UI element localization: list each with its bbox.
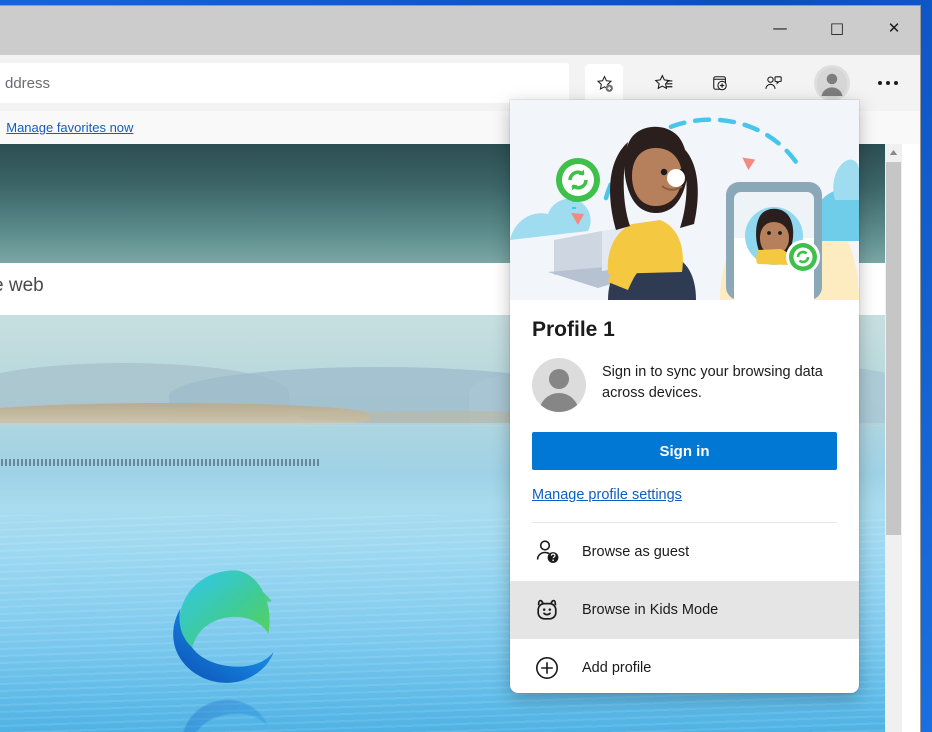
collections-icon[interactable] xyxy=(701,64,739,102)
scroll-up-arrow-icon[interactable] xyxy=(885,144,902,161)
window-right-padding xyxy=(902,144,920,732)
edge-logo-icon xyxy=(171,564,298,691)
maximize-button[interactable]: □ xyxy=(814,6,860,51)
sign-in-button[interactable]: Sign in xyxy=(532,432,837,470)
search-box-hint: e web xyxy=(0,275,44,297)
close-icon: ✕ xyxy=(888,21,901,36)
browse-as-guest-label: Browse as guest xyxy=(582,544,689,560)
manage-profile-settings-link[interactable]: Manage profile settings xyxy=(532,487,682,503)
ellipsis-glyph xyxy=(878,81,898,85)
manage-favorites-link[interactable]: Manage favorites now xyxy=(6,120,133,135)
add-profile-item[interactable]: Add profile xyxy=(510,639,859,693)
title-bar: — □ ✕ xyxy=(0,6,920,55)
share-icon[interactable] xyxy=(754,64,792,102)
plus-circle-icon xyxy=(534,655,568,681)
close-button[interactable]: ✕ xyxy=(871,6,917,51)
add-profile-label: Add profile xyxy=(582,660,651,676)
address-bar[interactable]: ddress xyxy=(0,63,569,103)
add-favorite-icon[interactable] xyxy=(585,64,623,102)
profile-avatar-icon[interactable] xyxy=(812,63,852,103)
address-input-text[interactable]: ddress xyxy=(0,75,50,92)
edge-logo-reflection xyxy=(171,693,298,732)
avatar-body xyxy=(539,393,579,412)
profile-summary-row: Sign in to sync your browsing data acros… xyxy=(532,358,837,412)
guest-icon xyxy=(534,539,568,565)
more-options-icon[interactable] xyxy=(869,64,907,102)
minimize-icon: — xyxy=(773,21,788,36)
reed-line xyxy=(0,459,319,466)
profile-avatar xyxy=(532,358,586,412)
browse-in-kids-mode-label: Browse in Kids Mode xyxy=(582,602,718,618)
avatar-head xyxy=(549,369,569,389)
scrollbar-thumb[interactable] xyxy=(886,162,901,535)
kids-mode-icon xyxy=(534,597,568,623)
profile-flyout: Profile 1 Sign in to sync your browsing … xyxy=(510,100,859,693)
avatar xyxy=(814,65,850,101)
minimize-button[interactable]: — xyxy=(757,6,803,51)
browse-in-kids-mode-item[interactable]: Browse in Kids Mode xyxy=(510,581,859,639)
profile-flyout-body: Profile 1 Sign in to sync your browsing … xyxy=(510,300,859,523)
favorites-icon[interactable] xyxy=(645,64,683,102)
profile-name: Profile 1 xyxy=(532,318,837,342)
maximize-icon: □ xyxy=(830,21,844,36)
sync-illustration xyxy=(510,100,859,300)
browse-as-guest-item[interactable]: Browse as guest xyxy=(510,523,859,581)
vertical-scrollbar[interactable] xyxy=(885,144,902,732)
sync-description: Sign in to sync your browsing data acros… xyxy=(602,358,837,403)
